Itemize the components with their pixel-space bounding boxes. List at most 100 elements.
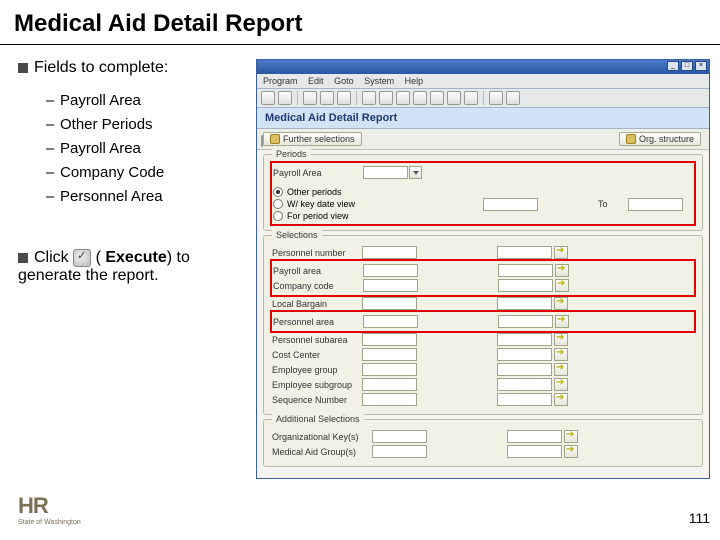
sel-input-to[interactable] (497, 393, 552, 406)
sap-window: _ □ × Program Edit Goto System Help (256, 59, 710, 479)
close-icon[interactable]: × (695, 61, 707, 71)
multi-select-icon[interactable] (564, 445, 578, 458)
sel-payroll-area-label: Payroll area (273, 266, 363, 276)
payroll-area-input[interactable] (363, 166, 408, 179)
multi-select-icon[interactable] (554, 297, 568, 310)
addl-input-to[interactable] (507, 430, 562, 443)
toolbar-icon[interactable] (430, 91, 444, 105)
hr-logo-text: HR (18, 493, 48, 518)
click-pre: Click (34, 249, 69, 266)
toolbar-icon[interactable] (447, 91, 461, 105)
sel-cost-center-label: Cost Center (272, 350, 362, 360)
addl-medaid-label: Medical Aid Group(s) (272, 447, 372, 457)
sel-input-to[interactable] (497, 348, 552, 361)
sel-input-to[interactable] (498, 279, 553, 292)
sap-subtoolbar: Further selections Org. structure (257, 129, 709, 150)
further-selections-label: Further selections (283, 134, 355, 144)
sap-titlebar: _ □ × (257, 60, 709, 74)
org-structure-label: Org. structure (639, 134, 694, 144)
sublist-item: Company Code (60, 164, 164, 181)
sel-input[interactable] (362, 363, 417, 376)
toolbar-icon[interactable] (396, 91, 410, 105)
multi-select-icon[interactable] (554, 378, 568, 391)
footer-subtext: State of Washington (18, 519, 81, 526)
period-to-input[interactable] (628, 198, 683, 211)
payroll-area-label: Payroll Area (273, 168, 363, 178)
page-number: 111 (689, 510, 710, 526)
back-icon[interactable] (303, 91, 317, 105)
toolbar-icon[interactable] (464, 91, 478, 105)
radio-wkeydate-label: W/ key date view (287, 199, 355, 209)
sel-input[interactable] (362, 378, 417, 391)
red-marker (492, 310, 500, 312)
radio-periodview-label: For period view (287, 211, 349, 221)
sel-input[interactable] (363, 315, 418, 328)
multi-select-icon[interactable] (564, 430, 578, 443)
sel-input-to[interactable] (498, 264, 553, 277)
addl-input[interactable] (372, 445, 427, 458)
sublist-item: Personnel Area (60, 188, 163, 205)
further-selections-button[interactable]: Further selections (263, 132, 362, 146)
menu-goto[interactable]: Goto (334, 76, 354, 86)
multi-select-icon[interactable] (554, 393, 568, 406)
sel-input-to[interactable] (497, 378, 552, 391)
sel-personnel-area-label: Personnel area (273, 317, 363, 327)
radio-wkeydate[interactable] (273, 199, 283, 209)
radio-other-label: Other periods (287, 187, 342, 197)
click-instruction: Click ( Execute) to generate the report. (18, 249, 248, 285)
sap-screen-title: Medical Aid Detail Report (257, 108, 709, 129)
toolbar-icon[interactable] (379, 91, 393, 105)
slide-title: Medical Aid Detail Report (0, 0, 720, 45)
radio-other-periods[interactable] (273, 187, 283, 197)
multi-select-icon[interactable] (554, 348, 568, 361)
multi-select-icon[interactable] (555, 264, 569, 277)
sel-input[interactable] (362, 348, 417, 361)
menu-system[interactable]: System (364, 76, 394, 86)
period-from-input[interactable] (483, 198, 538, 211)
multi-select-icon[interactable] (555, 315, 569, 328)
maximize-icon[interactable]: □ (681, 61, 693, 71)
sel-input[interactable] (363, 264, 418, 277)
sublist-item: Payroll Area (60, 140, 141, 157)
sel-input[interactable] (362, 246, 417, 259)
toolbar-icon[interactable] (278, 91, 292, 105)
sel-input-to[interactable] (497, 333, 552, 346)
sel-input[interactable] (363, 279, 418, 292)
minimize-icon[interactable]: _ (667, 61, 679, 71)
selections-panel: Selections Personnel number Payroll area… (263, 235, 703, 415)
matchcode-icon[interactable] (409, 166, 422, 179)
sel-input[interactable] (362, 297, 417, 310)
multi-select-icon[interactable] (554, 246, 568, 259)
multi-select-icon[interactable] (554, 363, 568, 376)
multi-select-icon[interactable] (554, 333, 568, 346)
addl-input-to[interactable] (507, 445, 562, 458)
sel-input-to[interactable] (498, 315, 553, 328)
radio-periodview[interactable] (273, 211, 283, 221)
exit-icon[interactable] (320, 91, 334, 105)
footer-logo: HR State of Washington (18, 493, 81, 526)
org-structure-button[interactable]: Org. structure (619, 132, 701, 146)
settings-icon[interactable] (506, 91, 520, 105)
sel-input[interactable] (362, 333, 417, 346)
multi-select-icon[interactable] (555, 279, 569, 292)
toolbar-icon[interactable] (362, 91, 376, 105)
help-icon[interactable] (489, 91, 503, 105)
additional-panel-title: Additional Selections (272, 414, 364, 424)
toolbar-icon[interactable] (413, 91, 427, 105)
periods-panel-title: Periods (272, 149, 311, 159)
cancel-icon[interactable] (337, 91, 351, 105)
bullet-icon (18, 63, 28, 73)
toolbar-icon[interactable] (261, 91, 275, 105)
highlight-periods: Payroll Area Other periods W/ key date v… (270, 161, 696, 226)
menu-program[interactable]: Program (263, 76, 298, 86)
menu-help[interactable]: Help (405, 76, 424, 86)
menu-edit[interactable]: Edit (308, 76, 324, 86)
sap-menubar: Program Edit Goto System Help (257, 74, 709, 89)
sel-input-to[interactable] (497, 363, 552, 376)
sel-input-to[interactable] (497, 246, 552, 259)
addl-input[interactable] (372, 430, 427, 443)
sel-input-to[interactable] (497, 297, 552, 310)
sel-input[interactable] (362, 393, 417, 406)
periods-panel: Periods Payroll Area Other periods W/ ke… (263, 154, 703, 231)
sel-personnel-number-label: Personnel number (272, 248, 362, 258)
